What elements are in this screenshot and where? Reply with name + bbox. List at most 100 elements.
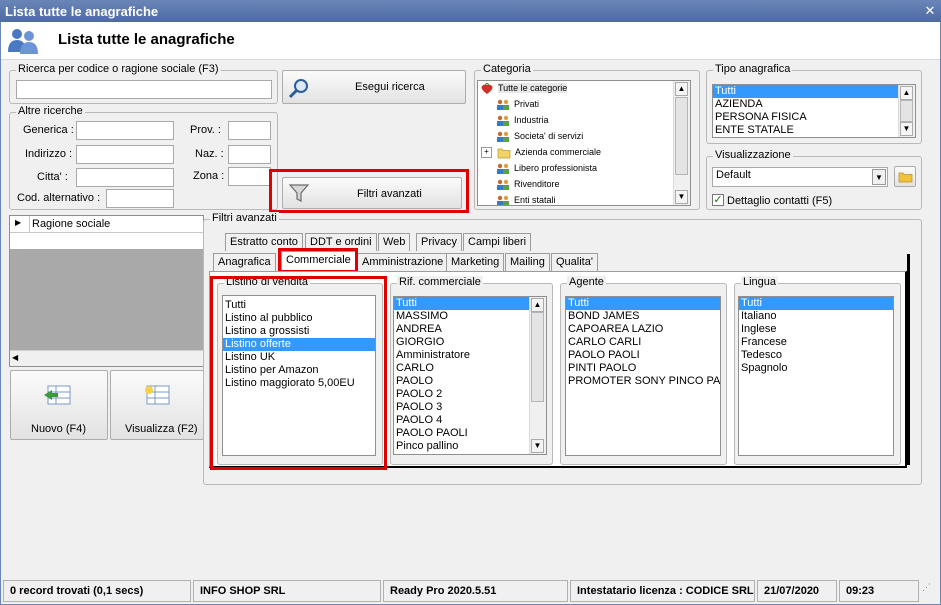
scroll-left-icon[interactable]: ◀: [12, 353, 18, 362]
rif-commerciale-item[interactable]: MASSIMO: [394, 310, 546, 323]
resize-grip-icon[interactable]: ⋰: [922, 582, 938, 600]
lingua-items: Tutti Italiano Inglese Francese Tedesco Spagn…: [739, 297, 893, 375]
rif-commerciale-item[interactable]: Amministratore: [394, 349, 546, 362]
visualizzazione-label: Visualizzazione: [713, 149, 793, 161]
tree-item-societa[interactable]: Societa' di servizi: [496, 129, 583, 145]
tree-item-all[interactable]: Tutte le categorie: [480, 81, 568, 97]
people-icon: [497, 163, 509, 174]
rif-commerciale-item[interactable]: PAOLO 4: [394, 414, 546, 427]
tree-item-libero[interactable]: Libero professionista: [496, 161, 597, 177]
generica-input[interactable]: [76, 121, 174, 140]
tree-item-privati[interactable]: Privati: [496, 97, 539, 113]
agente-item[interactable]: BOND JAMES: [566, 310, 720, 323]
categoria-scrollbar[interactable]: ▲ ▼: [673, 81, 690, 205]
prov-input[interactable]: [228, 121, 271, 140]
rif-commerciale-item[interactable]: PAOLO 2: [394, 388, 546, 401]
tree-item-rivenditore[interactable]: Rivenditore: [496, 177, 560, 193]
lingua-item[interactable]: Italiano: [739, 310, 893, 323]
chevron-down-icon[interactable]: ▼: [872, 169, 886, 185]
lingua-item[interactable]: Tedesco: [739, 349, 893, 362]
view-button[interactable]: Visualizza (F2): [110, 370, 204, 440]
tab-privacy[interactable]: Privacy: [416, 233, 463, 251]
new-button[interactable]: Nuovo (F4): [10, 370, 108, 440]
expand-icon[interactable]: +: [481, 147, 492, 159]
naz-label: Naz. :: [195, 148, 224, 160]
tab-marketing[interactable]: Marketing: [446, 253, 505, 271]
status-records: 0 record trovati (0,1 secs): [3, 580, 191, 602]
rif-commerciale-item[interactable]: ANDREA: [394, 323, 546, 336]
scroll-thumb[interactable]: [531, 312, 544, 402]
rif-commerciale-item[interactable]: PAOLO PAOLI: [394, 427, 546, 440]
code-search-label: Ricerca per codice o ragione sociale (F3…: [16, 63, 221, 75]
code-search-input[interactable]: [16, 80, 272, 99]
tab-mailing[interactable]: Mailing: [505, 253, 550, 271]
page-title: Lista tutte le anagrafiche: [58, 31, 235, 48]
agente-item[interactable]: PINTI PAOLO: [566, 362, 720, 375]
results-grid[interactable]: ▶ Ragione sociale ◀: [9, 215, 204, 367]
tree-item-enti[interactable]: Enti statali: [496, 193, 556, 205]
rif-commerciale-items: Tutti MASSIMO ANDREA GIORGIO Amministratore C…: [394, 297, 546, 453]
rif-commerciale-item[interactable]: Pinco pallino: [394, 440, 546, 453]
rif-commerciale-label: Rif. commerciale: [397, 276, 483, 288]
agente-item[interactable]: PAOLO PAOLI: [566, 349, 720, 362]
open-folder-button[interactable]: [894, 166, 916, 187]
visualizzazione-select[interactable]: Default ▼: [712, 167, 888, 187]
column-header-ragione-sociale[interactable]: Ragione sociale: [32, 218, 110, 230]
close-icon[interactable]: ✕: [923, 4, 937, 17]
citta-input[interactable]: [76, 168, 174, 187]
indirizzo-label: Indirizzo :: [25, 148, 73, 160]
tipo-scrollbar[interactable]: ▲ ▼: [898, 85, 915, 137]
agente-item[interactable]: CARLO CARLI: [566, 336, 720, 349]
dettaglio-checkbox[interactable]: ✓: [712, 194, 724, 206]
scroll-thumb[interactable]: [900, 100, 913, 122]
scroll-down-icon[interactable]: ▼: [675, 190, 688, 204]
scroll-up-icon[interactable]: ▲: [675, 82, 688, 96]
indirizzo-input[interactable]: [76, 145, 174, 164]
new-button-label: Nuovo (F4): [31, 423, 87, 435]
rif-scrollbar[interactable]: ▲ ▼: [529, 297, 546, 454]
grid-hscrollbar[interactable]: ◀: [10, 350, 203, 366]
status-license: Intestatario licenza : CODICE SRL: [570, 580, 755, 602]
tipo-anagrafica-item[interactable]: AZIENDA: [713, 98, 915, 111]
lingua-item[interactable]: Tutti: [739, 297, 893, 310]
tab-web[interactable]: Web: [378, 233, 411, 251]
agente-item[interactable]: Tutti: [566, 297, 720, 310]
tab-campi-liberi[interactable]: Campi liberi: [463, 233, 532, 251]
rif-commerciale-item[interactable]: PAOLO 3: [394, 401, 546, 414]
tipo-anagrafica-item[interactable]: Tutti: [713, 85, 915, 98]
lingua-list[interactable]: Tutti Italiano Inglese Francese Tedesco Spagn…: [738, 296, 894, 456]
rif-commerciale-list[interactable]: Tutti MASSIMO ANDREA GIORGIO Amministratore C…: [393, 296, 547, 455]
rif-commerciale-item[interactable]: CARLO: [394, 362, 546, 375]
tipo-anagrafica-item[interactable]: PERSONA FISICA: [713, 111, 915, 124]
strawberry-icon: [481, 82, 493, 94]
tipo-anagrafica-list[interactable]: Tutti AZIENDA PERSONA FISICA ENTE STATALE ▲…: [712, 84, 916, 138]
scroll-down-icon[interactable]: ▼: [900, 122, 913, 136]
dettaglio-label: Dettaglio contatti (F5): [727, 195, 833, 207]
tree-item-azienda[interactable]: + Azienda commerciale: [481, 145, 601, 161]
tab-amministrazione[interactable]: Amministrazione: [357, 253, 449, 271]
visualizzazione-value: Default: [716, 169, 751, 181]
naz-input[interactable]: [228, 145, 271, 164]
lingua-item[interactable]: Inglese: [739, 323, 893, 336]
scroll-thumb[interactable]: [675, 97, 688, 175]
scroll-down-icon[interactable]: ▼: [531, 439, 544, 453]
rif-commerciale-item[interactable]: GIORGIO: [394, 336, 546, 349]
agente-item[interactable]: PROMOTER SONY PINCO PALLI: [566, 375, 720, 388]
tab-qualita[interactable]: Qualita': [551, 253, 598, 271]
tipo-anagrafica-item[interactable]: ENTE STATALE: [713, 124, 915, 137]
scroll-up-icon[interactable]: ▲: [531, 298, 544, 312]
rif-commerciale-item[interactable]: Tutti: [394, 297, 546, 310]
search-button[interactable]: Esegui ricerca: [282, 70, 466, 104]
agente-item[interactable]: CAPOAREA LAZIO: [566, 323, 720, 336]
lingua-item[interactable]: Francese: [739, 336, 893, 349]
cod-alternativo-input[interactable]: [106, 189, 174, 208]
categoria-tree[interactable]: Tutte le categorie Privati Industria Soc…: [477, 80, 691, 206]
scroll-up-icon[interactable]: ▲: [900, 86, 913, 100]
zona-input[interactable]: [228, 167, 271, 186]
tab-anagrafica[interactable]: Anagrafica: [213, 253, 276, 271]
tree-item-industria[interactable]: Industria: [496, 113, 549, 129]
agente-list[interactable]: Tutti BOND JAMES CAPOAREA LAZIO CARLO CARLI…: [565, 296, 721, 456]
lingua-item[interactable]: Spagnolo: [739, 362, 893, 375]
rif-commerciale-item[interactable]: PAOLO: [394, 375, 546, 388]
status-version: Ready Pro 2020.5.51: [383, 580, 568, 602]
